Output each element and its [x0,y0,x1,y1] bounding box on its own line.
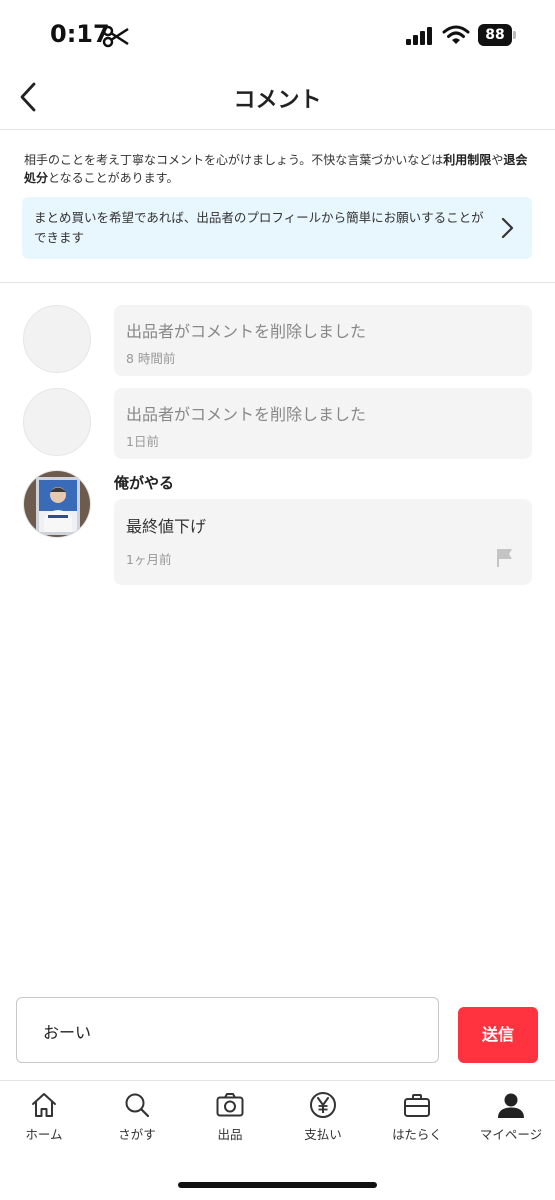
yen-icon [310,1092,336,1118]
section-divider [0,282,555,283]
header-divider [0,129,555,130]
battery-indicator: 88 [478,24,518,46]
comment-text: 出品者がコメントを削除しました [126,405,367,424]
comment-bubble: 出品者がコメントを削除しました 8 時間前 [114,305,532,376]
send-button[interactable]: 送信 [458,1007,538,1063]
avatar[interactable] [23,305,91,373]
home-icon [32,1093,56,1117]
page-title: コメント [233,88,322,113]
search-icon [125,1093,150,1118]
tab-label: 支払い [304,1127,342,1142]
tab-label: はたらく [392,1127,442,1142]
person-icon [498,1093,524,1118]
wifi-icon [442,25,470,44]
tab-mypage[interactable]: マイページ [465,1090,555,1150]
tab-home[interactable]: ホーム [0,1090,90,1150]
scissors-icon [102,25,129,48]
tab-label: ホーム [25,1127,63,1142]
comment-text: 出品者がコメントを削除しました [126,322,367,341]
home-indicator [178,1182,377,1188]
comment-time: 8 時間前 [126,351,176,366]
briefcase-icon [404,1094,430,1117]
comment-bubble: 最終値下げ 1ヶ月前 [114,499,532,585]
comment-input[interactable] [41,1020,425,1041]
status-time: 0:17 [50,20,110,48]
user-avatar-photo[interactable] [23,470,91,538]
banner-text: まとめ買いを希望であれば、出品者のプロフィールから簡単にお願いすることができます [34,210,484,245]
comment-text: 最終値下げ [126,517,207,536]
notice-text: や [491,153,504,167]
comment-bubble: 出品者がコメントを削除しました 1日前 [114,388,532,459]
notice-text: 相手のことを考え丁寧なコメントを心がけましょう。不快な言葉づかいなどは [24,153,444,167]
tab-label: マイページ [479,1127,543,1142]
tab-label: 出品 [217,1127,243,1142]
chevron-right-icon [501,217,514,239]
tab-sell[interactable]: 出品 [184,1090,276,1150]
tab-payment[interactable]: 支払い [277,1090,369,1150]
tab-label: さがす [118,1127,156,1142]
tabbar-divider [0,1080,555,1081]
tab-work[interactable]: はたらく [371,1090,463,1150]
bulk-purchase-banner[interactable]: まとめ買いを希望であれば、出品者のプロフィールから簡単にお願いすることができます [22,197,532,259]
comment-time: 1日前 [126,434,159,449]
battery-level: 88 [485,27,505,43]
comment-guideline-notice: 相手のことを考え丁寧なコメントを心がけましょう。不快な言葉づかいなどは利用制限や… [24,151,534,187]
tab-search[interactable]: さがす [91,1090,183,1150]
baseball-card-photo [24,471,90,537]
notice-text: となることがあります。 [48,171,179,185]
notice-bold-restriction: 利用制限 [443,153,492,167]
avatar[interactable] [23,388,91,456]
report-flag-icon[interactable] [496,548,514,568]
comment-time: 1ヶ月前 [126,552,172,567]
camera-icon [216,1093,244,1117]
comment-author[interactable]: 俺がやる [114,472,174,493]
signal-icon [406,27,432,45]
comment-input-box[interactable] [16,997,439,1063]
